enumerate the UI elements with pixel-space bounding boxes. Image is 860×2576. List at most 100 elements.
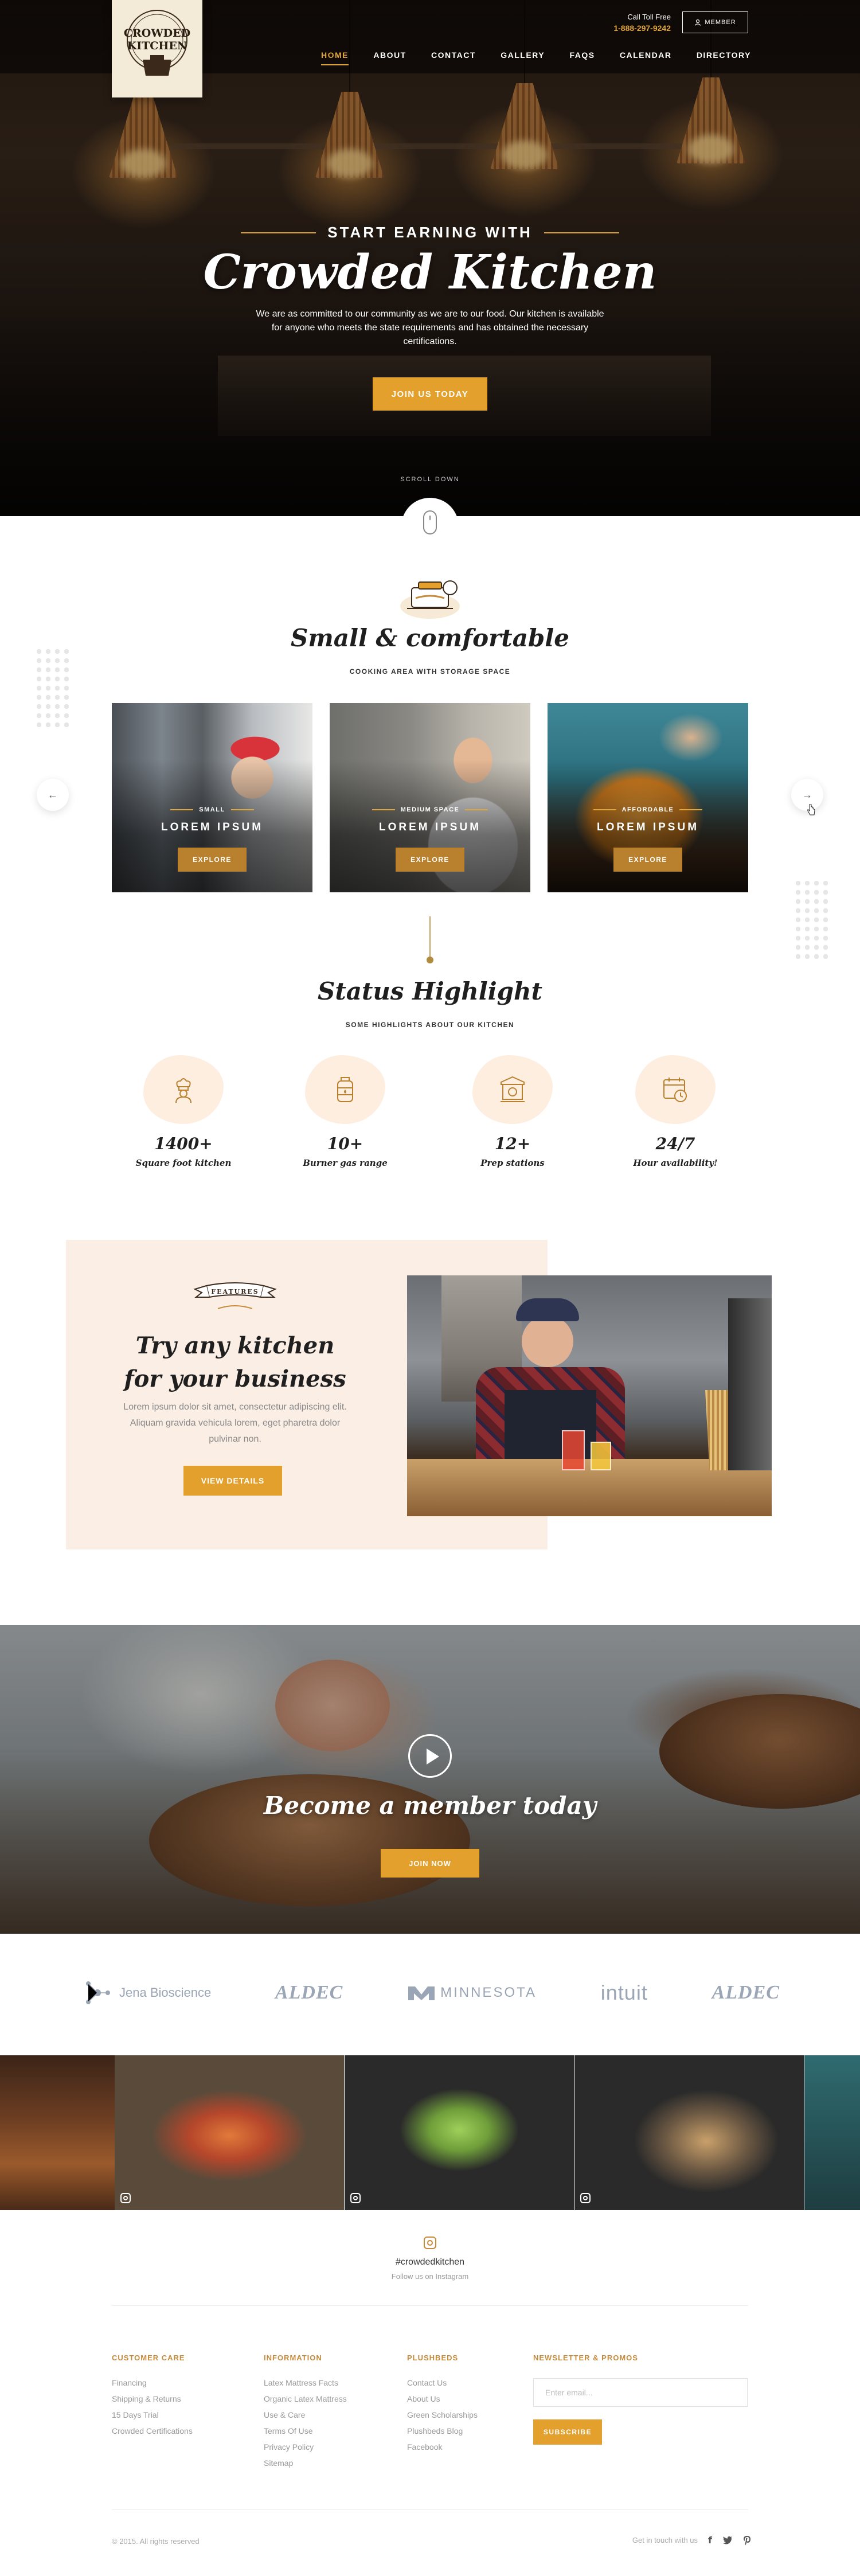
instagram-tile[interactable]	[0, 2055, 115, 2210]
card-tag: SMALL	[199, 806, 225, 813]
stat-value: 12+	[494, 1134, 531, 1153]
footer-heading: PLUSHBEDS	[407, 2353, 459, 2362]
space-card: MEDIUM SPACE LOREM IPSUM EXPLORE	[330, 703, 530, 892]
join-now-button[interactable]: JOIN NOW	[381, 1849, 479, 1878]
newsletter-email-input[interactable]	[533, 2378, 748, 2407]
footer-link[interactable]: Plushbeds Blog	[407, 2426, 478, 2436]
partner-name: Jena Bioscience	[119, 1985, 212, 2000]
nav-calendar[interactable]: CALENDAR	[620, 50, 672, 65]
explore-button[interactable]: EXPLORE	[613, 848, 682, 872]
facebook-icon[interactable]: f	[708, 2535, 712, 2546]
footer-heading: NEWSLETTER & PROMOS	[533, 2353, 638, 2362]
nav-about[interactable]: ABOUT	[373, 50, 406, 65]
stat-item: 1400+ Square foot kitchen	[115, 1055, 252, 1168]
instagram-tile[interactable]	[115, 2055, 344, 2210]
view-details-button[interactable]: VIEW DETAILS	[183, 1466, 282, 1496]
space-card: SMALL LOREM IPSUM EXPLORE	[112, 703, 312, 892]
gas-tank-icon	[337, 1077, 353, 1102]
instagram-tile[interactable]	[804, 2055, 860, 2210]
twitter-icon[interactable]	[722, 2536, 733, 2545]
page: Call Toll Free 1-888-297-9242 MEMBER HOM…	[0, 0, 860, 2576]
instagram-strip	[0, 2055, 860, 2210]
footer-link[interactable]: Contact Us	[407, 2378, 478, 2387]
instagram-tile[interactable]	[574, 2055, 804, 2210]
social-links: Get in touch with us f	[608, 2535, 751, 2546]
stat-label: Burner gas range	[303, 1158, 388, 1168]
instagram-tile[interactable]	[345, 2055, 574, 2210]
partner-logo: MINNESOTA	[407, 1984, 537, 2001]
footer-link[interactable]: Organic Latex Mattress	[264, 2394, 347, 2403]
nav-contact[interactable]: CONTACT	[431, 50, 476, 65]
footer-link[interactable]: Shipping & Returns	[112, 2394, 193, 2403]
footer-heading: CUSTOMER CARE	[112, 2353, 185, 2362]
nav-directory[interactable]: DIRECTORY	[697, 50, 751, 65]
kitchen-badge-icon	[400, 580, 460, 619]
footer-link[interactable]: Use & Care	[264, 2410, 347, 2419]
hero-title: Crowded Kitchen	[203, 245, 657, 300]
call-toll-free: Call Toll Free 1-888-297-9242	[579, 13, 671, 33]
social-label: Get in touch with us	[632, 2536, 698, 2544]
play-video-button[interactable]	[408, 1734, 452, 1778]
footer-divider	[112, 2509, 748, 2510]
ribbon-label: FEATURES	[211, 1288, 259, 1295]
footer-link[interactable]: Privacy Policy	[264, 2442, 347, 2452]
subscribe-button[interactable]: SUBSCRIBE	[533, 2419, 602, 2445]
spaces-title: Small & comfortable	[291, 624, 569, 652]
mouse-scroll-icon[interactable]	[423, 510, 437, 534]
instagram-handle[interactable]: #crowdedkitchen	[315, 2257, 545, 2267]
partner-logo: Jena Bioscience	[80, 1976, 211, 2010]
card-tag: AFFORDABLE	[621, 806, 674, 813]
logo-text-line1: CROWDED	[124, 27, 190, 40]
stat-icon-blob	[305, 1055, 385, 1124]
member-title: Become a member today	[263, 1792, 597, 1820]
nav-faqs[interactable]: FAQS	[569, 50, 595, 65]
newsletter-column: NEWSLETTER & PROMOS SUBSCRIBE	[533, 2353, 748, 2445]
stat-value: 10+	[327, 1134, 363, 1153]
instagram-icon[interactable]	[424, 2237, 436, 2249]
stat-item: 10+ Burner gas range	[276, 1055, 414, 1168]
carousel-prev-button[interactable]: ←	[37, 779, 69, 811]
join-us-today-button[interactable]: JOIN US TODAY	[373, 377, 487, 411]
chef-icon	[175, 1078, 191, 1103]
instagram-follow-text: Follow us on Instagram	[391, 2272, 469, 2281]
footer-link[interactable]: 15 Days Trial	[112, 2410, 193, 2419]
footer-column: CUSTOMER CARE Financing Shipping & Retur…	[112, 2353, 193, 2442]
logo[interactable]: CROWDED KITCHEN	[112, 0, 202, 97]
card-title: LOREM IPSUM	[596, 821, 699, 833]
card-tag-row: MEDIUM SPACE	[330, 806, 530, 813]
card-tag: MEDIUM SPACE	[400, 806, 460, 813]
member-button-label: MEMBER	[705, 19, 736, 26]
footer-link[interactable]: Sitemap	[264, 2458, 347, 2468]
footer-link[interactable]: Financing	[112, 2378, 193, 2387]
footer-link[interactable]: Facebook	[407, 2442, 478, 2452]
pinterest-icon[interactable]	[743, 2535, 751, 2546]
nav-home[interactable]: HOME	[321, 50, 349, 65]
card-title: LOREM IPSUM	[161, 821, 264, 833]
partner-name: ALDEC	[712, 1982, 780, 2003]
footer-link[interactable]: Green Scholarships	[407, 2410, 478, 2419]
partner-logo: ALDEC	[275, 1982, 343, 2004]
stat-label: Hour availability!	[633, 1158, 718, 1168]
footer-link[interactable]: Crowded Certifications	[112, 2426, 193, 2436]
footer-link[interactable]: About Us	[407, 2394, 478, 2403]
instagram-icon	[120, 2193, 131, 2203]
hero-kicker-row: START EARNING WITH	[241, 224, 619, 241]
nav-gallery[interactable]: GALLERY	[501, 50, 545, 65]
stat-value: 1400+	[154, 1134, 213, 1153]
arrow-left-icon: ←	[48, 789, 58, 801]
footer-link[interactable]: Terms Of Use	[264, 2426, 347, 2436]
user-icon	[695, 19, 701, 26]
explore-button[interactable]: EXPLORE	[178, 848, 247, 872]
stat-icon-blob	[635, 1055, 716, 1124]
footer-divider	[112, 2305, 748, 2306]
scroll-down-link[interactable]: SCROLL DOWN	[373, 476, 487, 483]
divider	[241, 232, 316, 233]
explore-button[interactable]: EXPLORE	[396, 848, 464, 872]
card-tag-row: AFFORDABLE	[548, 806, 748, 813]
feature-photo	[407, 1275, 772, 1516]
phone-number-link[interactable]: 1-888-297-9242	[579, 24, 671, 33]
divider	[544, 232, 619, 233]
stat-icon-blob	[472, 1055, 553, 1124]
member-button[interactable]: MEMBER	[682, 11, 748, 33]
footer-link[interactable]: Latex Mattress Facts	[264, 2378, 347, 2387]
